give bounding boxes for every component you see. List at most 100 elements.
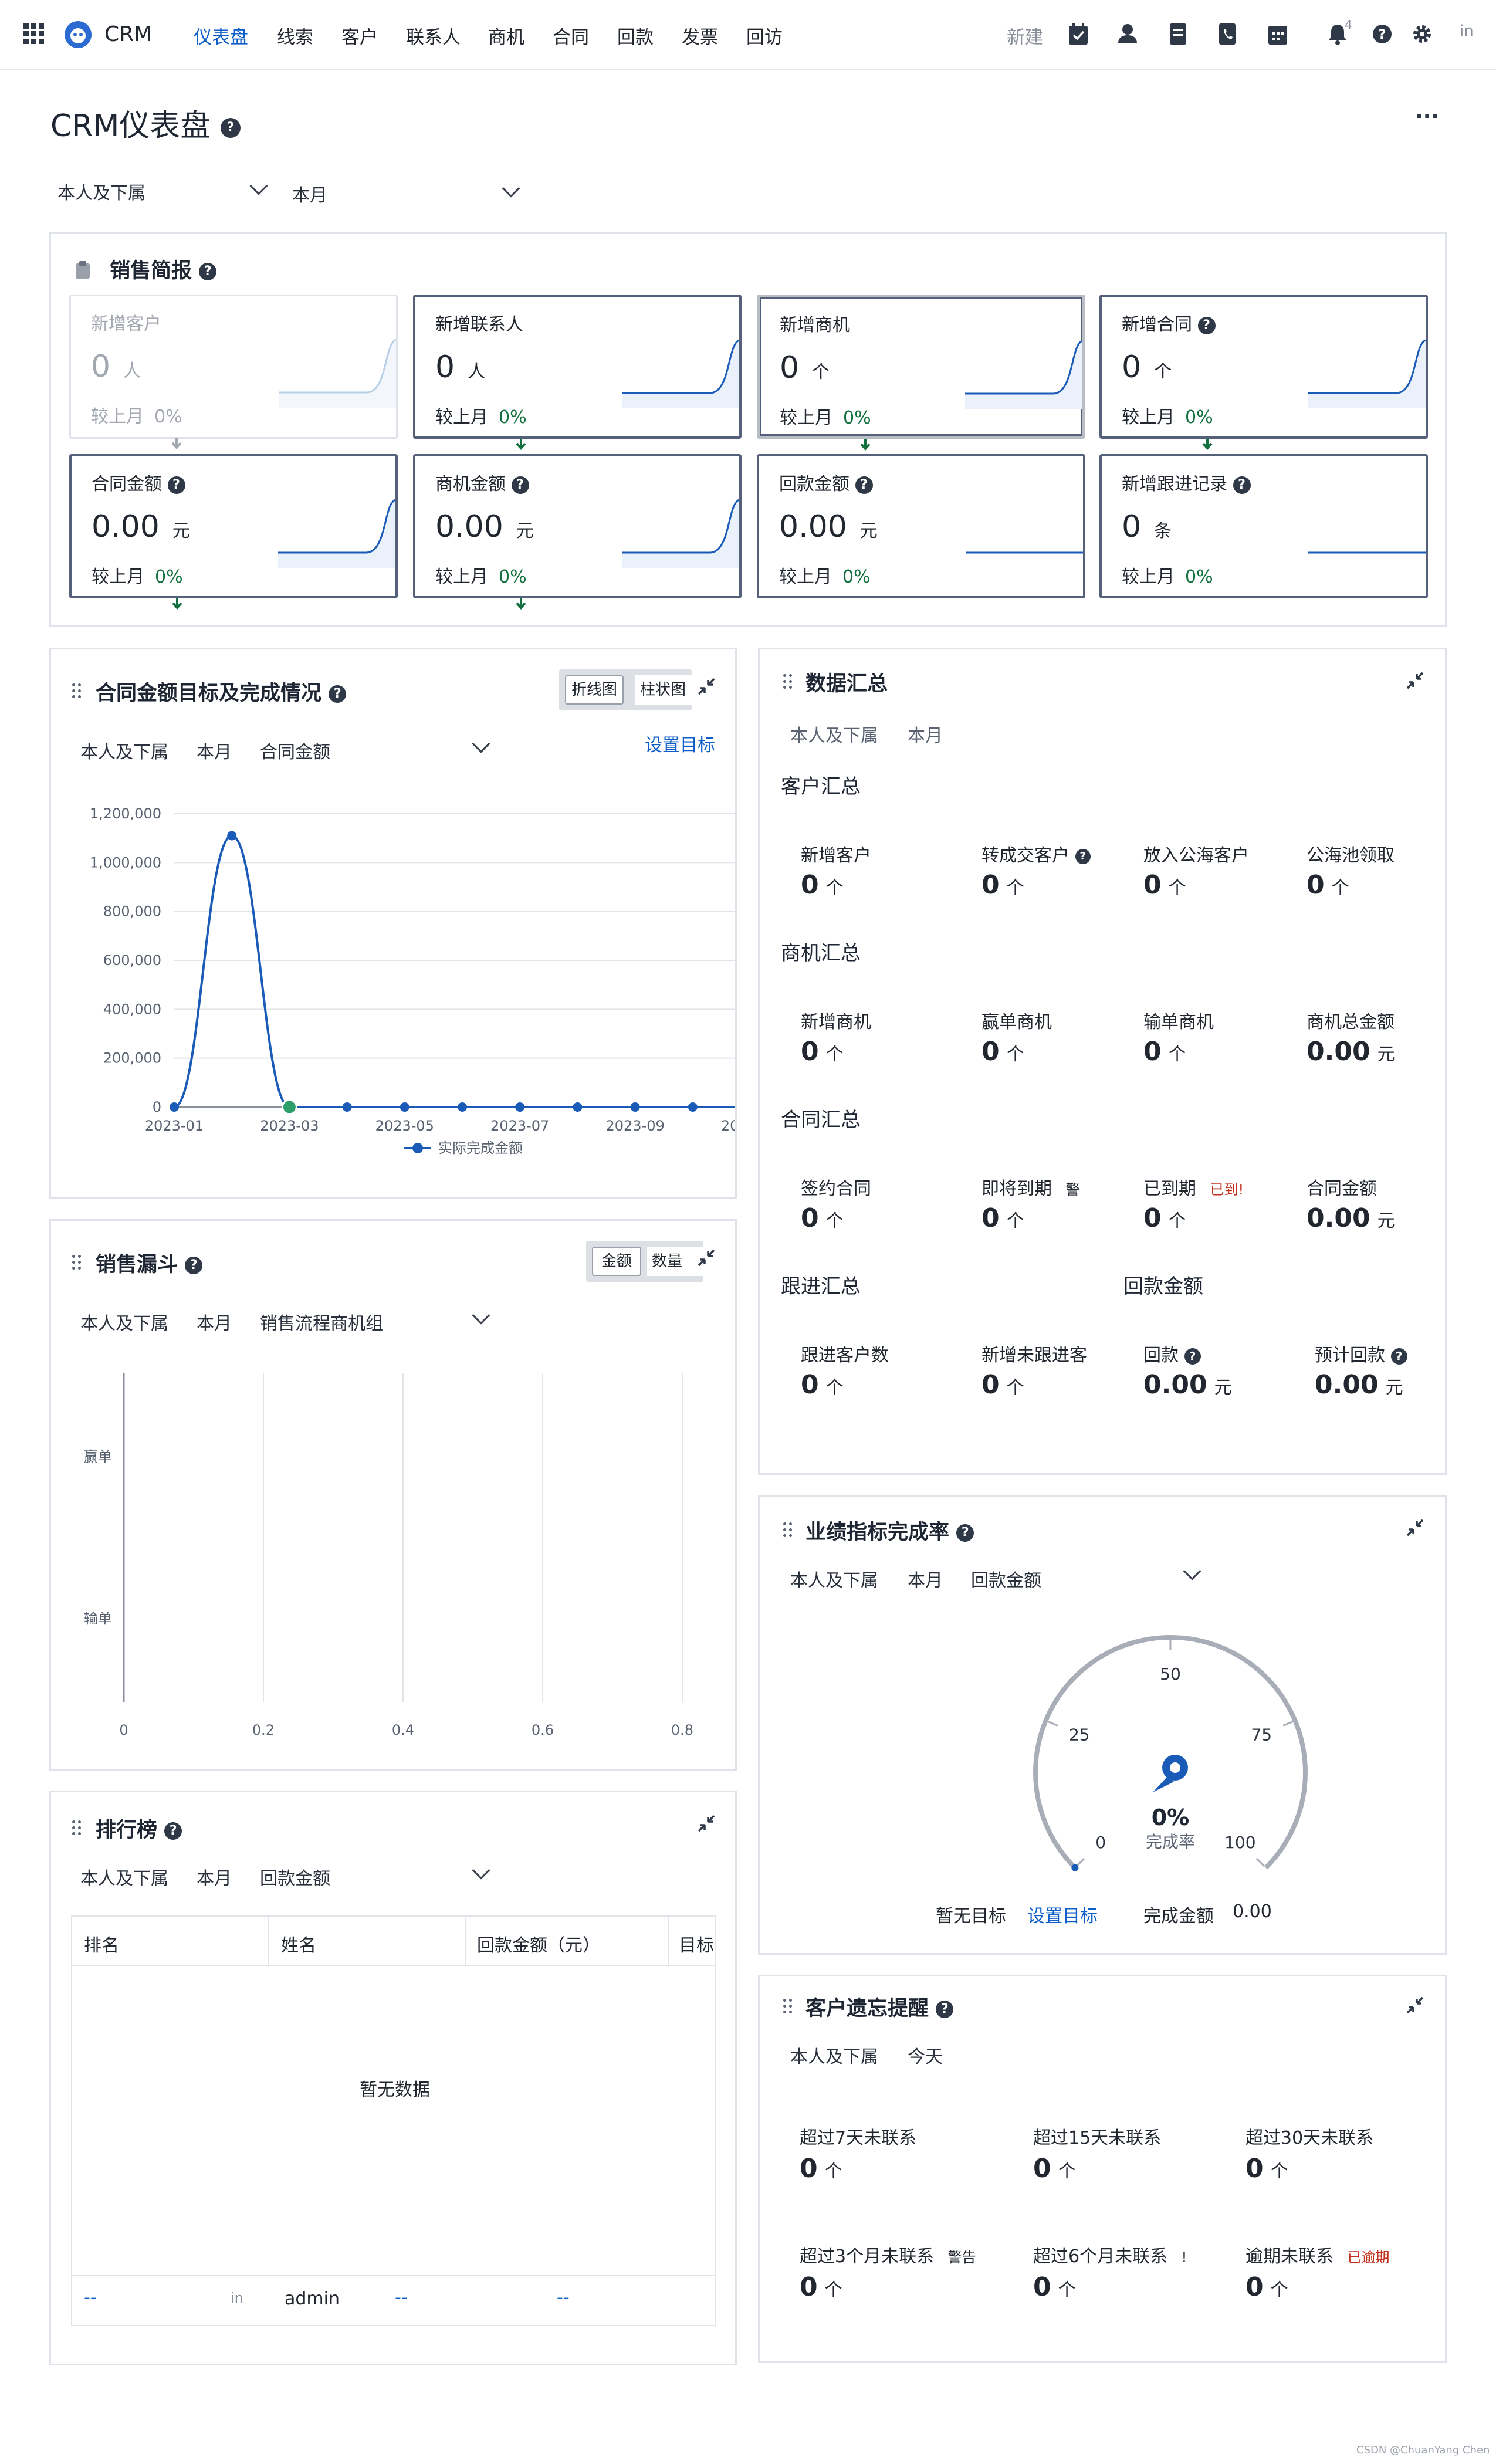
collapse-icon[interactable] — [696, 676, 716, 696]
new-button[interactable]: 新建 — [1007, 22, 1043, 49]
set-target-link[interactable]: 设置目标 — [1027, 1901, 1098, 1927]
line-chart-toggle[interactable]: 折线图 — [565, 675, 624, 705]
chevron-down-icon[interactable] — [472, 735, 490, 753]
drag-handle-icon[interactable] — [72, 1820, 83, 1836]
settings-gear-icon[interactable] — [1412, 22, 1433, 46]
user-avatar[interactable]: in — [1460, 22, 1474, 40]
data-point[interactable] — [281, 1099, 297, 1115]
help-icon[interactable]: ? — [167, 476, 185, 494]
ranking-period-filter[interactable]: 本月 — [197, 1864, 232, 1890]
chevron-down-icon[interactable] — [1183, 1562, 1201, 1580]
task-calendar-icon[interactable] — [1068, 22, 1089, 46]
phone-book-icon[interactable] — [1217, 22, 1238, 46]
drag-handle-icon[interactable] — [72, 683, 83, 699]
drag-handle-icon[interactable] — [783, 674, 794, 689]
collapse-icon[interactable] — [1405, 1518, 1425, 1538]
chevron-down-icon[interactable] — [502, 179, 520, 198]
performance-scope-filter[interactable]: 本人及下属 — [790, 1566, 878, 1592]
help-icon[interactable]: ? — [1197, 316, 1216, 334]
scope-filter[interactable]: 本人及下属 — [57, 178, 145, 204]
nav-business[interactable]: 商机 — [488, 22, 524, 49]
data-point[interactable] — [227, 831, 237, 841]
chevron-down-icon[interactable] — [249, 177, 268, 195]
kpi-card[interactable]: 回款金额 ? 0.00 元 较上月 0% — [757, 454, 1085, 598]
collapse-icon[interactable] — [1405, 671, 1425, 691]
summary-label: 商机总金额 — [1307, 1012, 1395, 1033]
help-icon[interactable]: ? — [164, 1822, 182, 1840]
apps-grid-icon[interactable] — [23, 23, 45, 45]
funnel-scope-filter[interactable]: 本人及下属 — [80, 1309, 168, 1335]
performance-metric-select[interactable]: 回款金额 — [971, 1566, 1041, 1592]
drag-handle-icon[interactable] — [783, 1522, 794, 1538]
nav-visits[interactable]: 回访 — [746, 22, 783, 49]
chart-legend[interactable]: 实际完成金额 — [404, 1140, 523, 1156]
kpi-card[interactable]: 合同金额 ? 0.00 元 较上月 0% — [69, 454, 398, 610]
drag-handle-icon[interactable] — [72, 1255, 83, 1270]
kpi-card[interactable]: 新增联系人 0人 较上月 0% — [413, 295, 742, 451]
set-target-link[interactable]: 设置目标 — [645, 730, 715, 756]
data-point[interactable] — [400, 1102, 409, 1112]
schedule-icon[interactable] — [1267, 22, 1288, 46]
data-point[interactable] — [458, 1102, 467, 1112]
bar-chart-toggle[interactable]: 柱状图 — [635, 675, 692, 705]
contact-person-icon[interactable] — [1117, 22, 1138, 46]
contract-scope-filter[interactable]: 本人及下属 — [80, 737, 168, 763]
data-point[interactable] — [342, 1102, 352, 1112]
collapse-icon[interactable] — [1405, 1995, 1425, 2015]
app-name[interactable]: CRM — [104, 22, 152, 46]
help-icon[interactable]: ? — [511, 476, 529, 494]
title-help-icon[interactable]: ? — [220, 118, 241, 138]
kpi-card[interactable]: 新增商机 0个 较上月 0% — [757, 295, 1085, 451]
kpi-card[interactable]: 商机金额 ? 0.00 元 较上月 0% — [413, 454, 742, 610]
nav-dashboard[interactable]: 仪表盘 — [194, 22, 248, 49]
ranking-scope-filter[interactable]: 本人及下属 — [80, 1864, 168, 1890]
performance-period-filter[interactable]: 本月 — [908, 1566, 943, 1592]
kpi-card[interactable]: 新增跟进记录 ? 0条 较上月 0% — [1099, 454, 1428, 598]
collapse-icon[interactable] — [696, 1248, 716, 1268]
count-toggle[interactable]: 数量 — [647, 1247, 703, 1276]
data-point[interactable] — [515, 1102, 525, 1112]
collapse-icon[interactable] — [696, 1813, 716, 1833]
nav-invoices[interactable]: 发票 — [682, 22, 718, 49]
x-tick-label: 2023-05 — [375, 1118, 434, 1134]
gauge-tick-label: 50 — [1160, 1664, 1181, 1684]
nav-leads[interactable]: 线索 — [277, 22, 313, 49]
data-point[interactable] — [630, 1102, 640, 1112]
period-filter[interactable]: 本月 — [292, 181, 327, 207]
nav-customers[interactable]: 客户 — [341, 22, 378, 49]
help-icon[interactable]: ? — [199, 263, 217, 280]
summary-value: 0个 — [801, 1370, 844, 1400]
forgotten-period-filter[interactable]: 今天 — [908, 2042, 943, 2068]
help-icon[interactable]: ? — [855, 476, 873, 494]
document-icon[interactable] — [1167, 22, 1189, 46]
amount-toggle[interactable]: 金额 — [592, 1247, 641, 1276]
nav-contacts[interactable]: 联系人 — [406, 22, 461, 49]
more-options-button[interactable]: ··· — [1415, 104, 1439, 128]
funnel-group-select[interactable]: 销售流程商机组 — [260, 1309, 383, 1335]
kpi-card[interactable]: 新增客户 0人 较上月 0% — [69, 295, 398, 450]
chevron-down-icon[interactable] — [472, 1861, 490, 1880]
nav-receivables[interactable]: 回款 — [617, 22, 654, 49]
ranking-metric-select[interactable]: 回款金额 — [260, 1864, 330, 1890]
data-point[interactable] — [573, 1102, 583, 1112]
help-icon[interactable]: ? — [1075, 848, 1091, 864]
help-icon[interactable]: ? — [1233, 476, 1251, 494]
help-icon[interactable]: ? — [329, 685, 347, 703]
chevron-down-icon[interactable] — [472, 1306, 490, 1325]
contract-metric-select[interactable]: 合同金额 — [260, 737, 330, 763]
help-icon[interactable]: ? — [185, 1257, 203, 1274]
help-icon[interactable]: ? — [1390, 1348, 1407, 1365]
help-icon[interactable]: ? — [936, 2001, 954, 2018]
contract-period-filter[interactable]: 本月 — [197, 737, 232, 763]
funnel-period-filter[interactable]: 本月 — [197, 1309, 232, 1335]
help-icon[interactable]: ? — [956, 1524, 974, 1542]
nav-contracts[interactable]: 合同 — [553, 22, 589, 49]
help-icon[interactable]: ? — [1184, 1348, 1201, 1365]
data-point[interactable] — [170, 1102, 179, 1112]
help-icon[interactable]: ? — [1372, 22, 1393, 46]
kpi-card[interactable]: 新增合同 ? 0个 较上月 0% — [1099, 295, 1428, 451]
drag-handle-icon[interactable] — [783, 1999, 794, 2014]
forgotten-scope-filter[interactable]: 本人及下属 — [790, 2042, 878, 2068]
summary-value: 0个 — [981, 870, 1024, 900]
data-point[interactable] — [688, 1102, 698, 1112]
